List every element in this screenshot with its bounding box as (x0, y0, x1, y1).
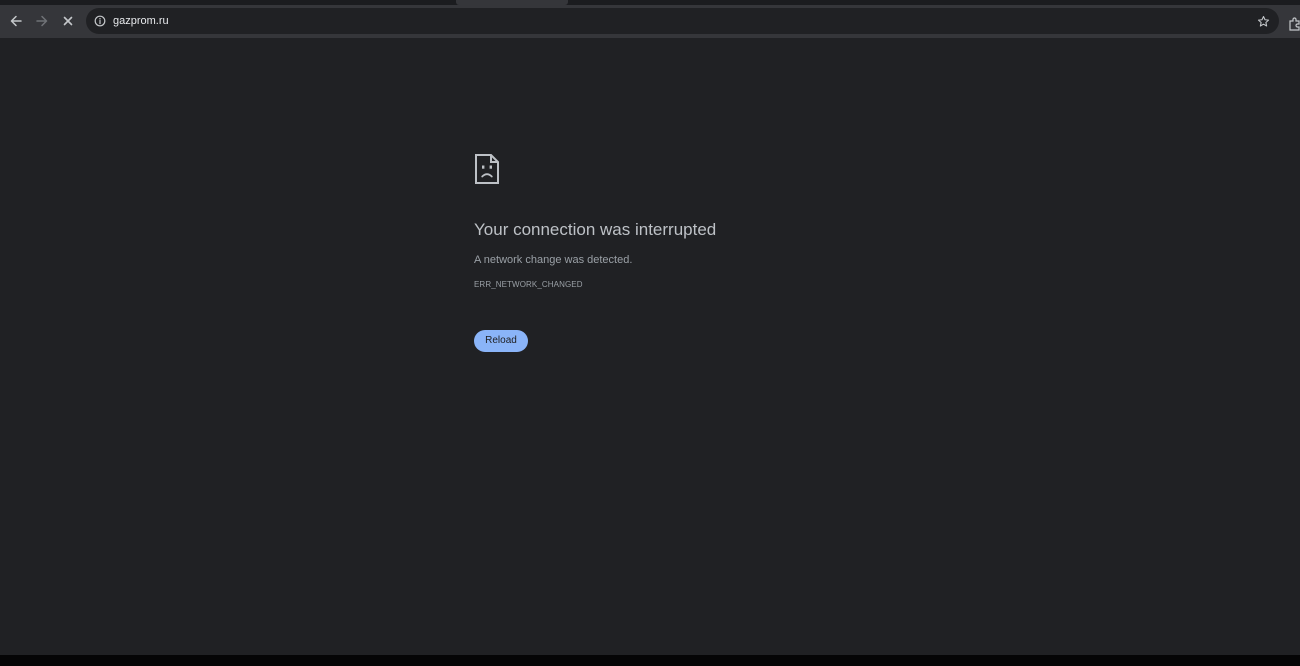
star-icon (1257, 15, 1269, 27)
reload-button[interactable]: Reload (474, 330, 528, 352)
forward-button[interactable] (30, 9, 54, 33)
address-bar[interactable]: gazprom.ru (86, 8, 1279, 34)
bottom-bar (0, 655, 1300, 666)
error-description: A network change was detected. (474, 254, 633, 266)
error-code: ERR_NETWORK_CHANGED (474, 280, 583, 289)
arrow-left-icon (10, 15, 22, 27)
browser-window: gazprom.ru Your connection was interrupt… (0, 0, 1300, 666)
puzzle-icon (1289, 17, 1300, 31)
browser-toolbar: gazprom.ru (0, 5, 1300, 38)
address-bar-url[interactable]: gazprom.ru (113, 14, 169, 28)
arrow-right-icon (36, 15, 48, 27)
stop-button[interactable] (56, 9, 80, 33)
info-circle-icon (94, 15, 106, 27)
close-icon (63, 16, 73, 26)
back-button[interactable] (4, 9, 28, 33)
extensions-button[interactable] (1288, 17, 1300, 31)
site-info-button[interactable] (92, 13, 108, 29)
bookmark-button[interactable] (1255, 13, 1271, 29)
error-title: Your connection was interrupted (474, 220, 717, 239)
sad-document-icon (474, 153, 500, 190)
page-content: Your connection was interrupted A networ… (0, 38, 1300, 655)
